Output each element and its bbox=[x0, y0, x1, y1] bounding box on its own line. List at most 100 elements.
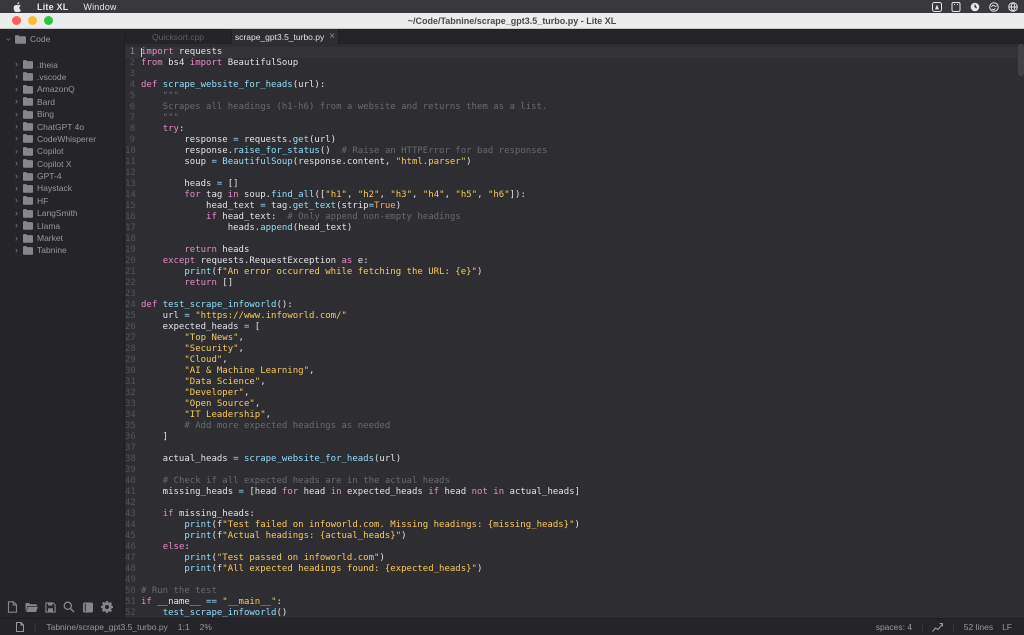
code-line[interactable]: 21 print(f"An error occurred while fetch… bbox=[125, 267, 1024, 278]
code-line[interactable]: 31 "Data Science", bbox=[125, 377, 1024, 388]
status-line-ending[interactable]: LF bbox=[1002, 622, 1012, 632]
tree-item-tabnine[interactable]: ›Tabnine bbox=[12, 244, 124, 256]
code-line[interactable]: 48 print(f"All expected headings found: … bbox=[125, 564, 1024, 575]
tree-item-langsmith[interactable]: ›LangSmith bbox=[12, 207, 124, 219]
code-line[interactable]: 3 bbox=[125, 69, 1024, 80]
close-window-button[interactable] bbox=[12, 16, 21, 25]
control-center-icon[interactable] bbox=[1008, 2, 1018, 12]
code-line[interactable]: 7 """ bbox=[125, 113, 1024, 124]
code-line[interactable]: 33 "Open Source", bbox=[125, 399, 1024, 410]
tree-item-codewhisperer[interactable]: ›CodeWhisperer bbox=[12, 133, 124, 145]
code-line[interactable]: 47 print("Test passed on infoworld.com") bbox=[125, 553, 1024, 564]
clock-icon[interactable] bbox=[970, 2, 980, 12]
code-editor[interactable]: 1import requests2from bs4 import Beautif… bbox=[125, 44, 1024, 618]
open-folder-icon[interactable] bbox=[25, 602, 38, 613]
editor-scrollbar[interactable] bbox=[1018, 44, 1024, 76]
code-line[interactable]: 52 test_scrape_infoworld() bbox=[125, 608, 1024, 618]
code-line[interactable]: 19 return heads bbox=[125, 245, 1024, 256]
code-line[interactable]: 18 bbox=[125, 234, 1024, 245]
code-line[interactable]: 39 bbox=[125, 465, 1024, 476]
code-line[interactable]: 51if __name__ == "__main__": bbox=[125, 597, 1024, 608]
code-line[interactable]: 45 print(f"Actual headings: {actual_head… bbox=[125, 531, 1024, 542]
menubar-window-menu[interactable]: Window bbox=[83, 2, 116, 12]
tree-item-hf[interactable]: ›HF bbox=[12, 195, 124, 207]
code-line[interactable]: 13 heads = [] bbox=[125, 179, 1024, 190]
search-icon[interactable] bbox=[63, 601, 75, 613]
code-line[interactable]: 15 head_text = tag.get_text(strip=True) bbox=[125, 201, 1024, 212]
new-file-icon[interactable] bbox=[7, 601, 18, 613]
tree-item-theia[interactable]: ›.theia bbox=[12, 58, 124, 70]
code-line[interactable]: 50# Run the test bbox=[125, 586, 1024, 597]
status-indent-mode[interactable]: spaces: 4 bbox=[876, 622, 912, 632]
code-line[interactable]: 20 except requests.RequestException as e… bbox=[125, 256, 1024, 267]
line-chart-icon[interactable] bbox=[932, 623, 943, 632]
siri-icon[interactable] bbox=[989, 2, 999, 12]
code-line[interactable]: 14 for tag in soup.find_all(["h1", "h2",… bbox=[125, 190, 1024, 201]
code-line[interactable]: 17 heads.append(head_text) bbox=[125, 223, 1024, 234]
code-line[interactable]: 40 # Check if all expected heads are in … bbox=[125, 476, 1024, 487]
code-line[interactable]: 37 bbox=[125, 443, 1024, 454]
code-line[interactable]: 22 return [] bbox=[125, 278, 1024, 289]
code-line[interactable]: 41 missing_heads = [head for head in exp… bbox=[125, 487, 1024, 498]
save-icon[interactable] bbox=[45, 602, 56, 613]
code-line[interactable]: 38 actual_heads = scrape_website_for_hea… bbox=[125, 454, 1024, 465]
tree-item-bing[interactable]: ›Bing bbox=[12, 108, 124, 120]
zoom-window-button[interactable] bbox=[44, 16, 53, 25]
book-icon[interactable] bbox=[82, 602, 94, 613]
close-tab-icon[interactable]: × bbox=[329, 32, 335, 42]
tree-item-bard[interactable]: ›Bard bbox=[12, 96, 124, 108]
code-line[interactable]: 44 print(f"Test failed on infoworld.com.… bbox=[125, 520, 1024, 531]
tree-item-haystack[interactable]: ›Haystack bbox=[12, 182, 124, 194]
code-line[interactable]: 16 if head_text: # Only append non-empty… bbox=[125, 212, 1024, 223]
minimize-window-button[interactable] bbox=[28, 16, 37, 25]
input-source-icon[interactable] bbox=[932, 2, 942, 12]
tree-item-market[interactable]: ›Market bbox=[12, 232, 124, 244]
code-line[interactable]: 8 try: bbox=[125, 124, 1024, 135]
tree-item-gpt-4[interactable]: ›GPT-4 bbox=[12, 170, 124, 182]
code-line[interactable]: 2from bs4 import BeautifulSoup bbox=[125, 58, 1024, 69]
code-line[interactable]: 42 bbox=[125, 498, 1024, 509]
code-line[interactable]: 23 bbox=[125, 289, 1024, 300]
tab-scrape-gpt35-turbo-py[interactable]: scrape_gpt3.5_turbo.py × bbox=[232, 29, 339, 44]
code-line[interactable]: 26 expected_heads = [ bbox=[125, 322, 1024, 333]
code-line[interactable]: 35 # Add more expected headings as neede… bbox=[125, 421, 1024, 432]
code-line[interactable]: 25 url = "https://www.infoworld.com/" bbox=[125, 311, 1024, 322]
code-line[interactable]: 5 """ bbox=[125, 91, 1024, 102]
status-file-path[interactable]: Tabnine/scrape_gpt3.5_turbo.py bbox=[46, 622, 167, 632]
code-line[interactable]: 30 "AI & Machine Learning", bbox=[125, 366, 1024, 377]
line-number: 10 bbox=[125, 146, 141, 157]
tree-item-copilot-x[interactable]: ›Copilot X bbox=[12, 158, 124, 170]
tree-item-code-root[interactable]: › Code bbox=[4, 33, 124, 45]
status-line-count[interactable]: 52 lines bbox=[964, 622, 993, 632]
code-line[interactable]: 49 bbox=[125, 575, 1024, 586]
code-line[interactable]: 29 "Cloud", bbox=[125, 355, 1024, 366]
tree-item-llama[interactable]: ›Llama bbox=[12, 219, 124, 231]
code-line[interactable]: 46 else: bbox=[125, 542, 1024, 553]
code-line[interactable]: 12 bbox=[125, 168, 1024, 179]
code-line[interactable]: 10 response.raise_for_status() # Raise a… bbox=[125, 146, 1024, 157]
code-line[interactable]: 27 "Top News", bbox=[125, 333, 1024, 344]
tree-item-vscode[interactable]: ›.vscode bbox=[12, 71, 124, 83]
status-cursor-position[interactable]: 1:1 bbox=[178, 622, 190, 632]
code-line[interactable]: 32 "Developer", bbox=[125, 388, 1024, 399]
code-line[interactable]: 24def test_scrape_infoworld(): bbox=[125, 300, 1024, 311]
code-line[interactable]: 11 soup = BeautifulSoup(response.content… bbox=[125, 157, 1024, 168]
code-line[interactable]: 1import requests bbox=[125, 47, 1024, 58]
tree-item-amazonq[interactable]: ›AmazonQ bbox=[12, 83, 124, 95]
menubar-app-menu[interactable]: Lite XL bbox=[37, 2, 68, 12]
code-line[interactable]: 6 Scrapes all headings (h1-h6) from a we… bbox=[125, 102, 1024, 113]
tree-item-chatgpt-4o[interactable]: ›ChatGPT 4o bbox=[12, 120, 124, 132]
code-line[interactable]: 34 "IT Leadership", bbox=[125, 410, 1024, 421]
code-line[interactable]: 28 "Security", bbox=[125, 344, 1024, 355]
display-icon[interactable] bbox=[951, 2, 961, 12]
tab-quicksort-cpp[interactable]: Quicksort.cpp bbox=[125, 29, 232, 44]
apple-menu-icon[interactable] bbox=[13, 2, 22, 12]
code-line[interactable]: 43 if missing_heads: bbox=[125, 509, 1024, 520]
status-scroll-percent[interactable]: 2% bbox=[200, 622, 212, 632]
window-title-bar[interactable]: ~/Code/Tabnine/scrape_gpt3.5_turbo.py - … bbox=[0, 13, 1024, 29]
code-line[interactable]: 9 response = requests.get(url) bbox=[125, 135, 1024, 146]
code-line[interactable]: 4def scrape_website_for_heads(url): bbox=[125, 80, 1024, 91]
tree-item-copilot[interactable]: ›Copilot bbox=[12, 145, 124, 157]
settings-gear-icon[interactable] bbox=[101, 601, 113, 613]
code-line[interactable]: 36 ] bbox=[125, 432, 1024, 443]
